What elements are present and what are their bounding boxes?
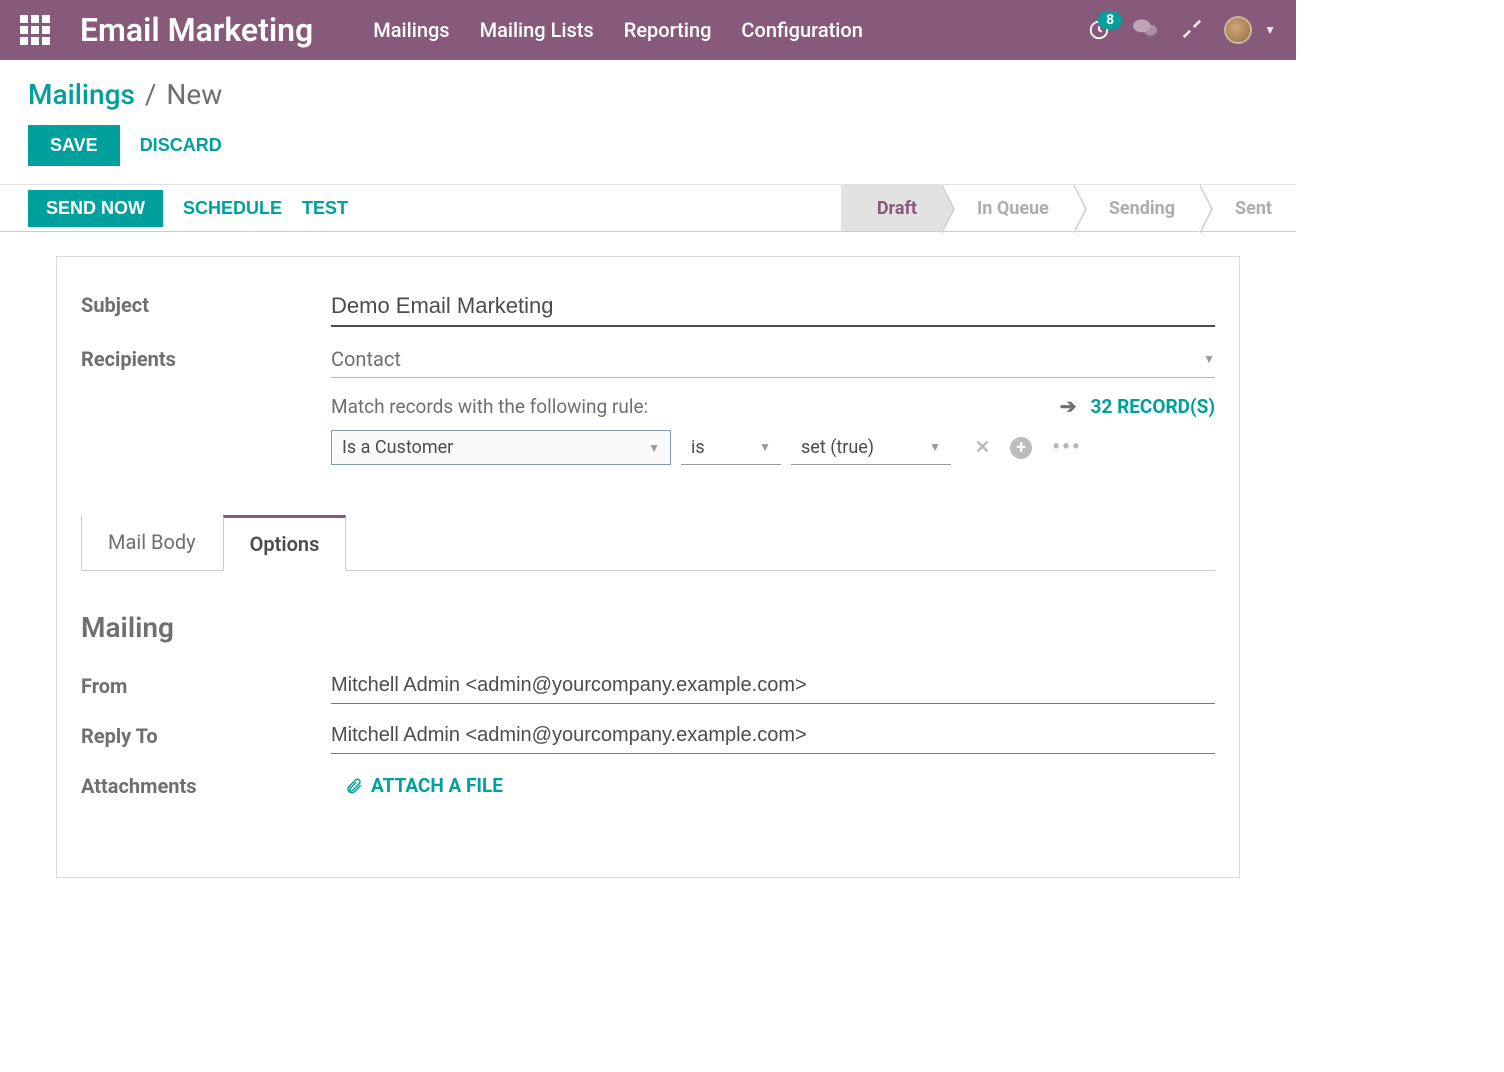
form-buttons: Save Discard	[0, 117, 1296, 184]
nav-link-mailing-lists[interactable]: Mailing Lists	[480, 18, 594, 42]
from-input[interactable]	[331, 668, 1215, 704]
rule-actions: ✕ + •••	[975, 435, 1082, 460]
tab-mail-body[interactable]: Mail Body	[81, 515, 223, 570]
rule-builder: Is a Customer ▼ is ▼ set (true) ▼ ✕ + ••…	[331, 430, 1215, 465]
rule-operator-select[interactable]: is ▼	[681, 431, 781, 465]
user-avatar[interactable]	[1224, 16, 1252, 44]
breadcrumb: Mailings / New	[28, 78, 1268, 111]
status-step-in-queue[interactable]: In Queue	[941, 185, 1073, 231]
activities-badge: 8	[1098, 11, 1122, 29]
activities-button[interactable]: 8	[1088, 19, 1110, 41]
subject-row: Subject	[81, 287, 1215, 327]
nav-menu: Mailings Mailing Lists Reporting Configu…	[373, 18, 1088, 42]
status-steps: Draft In Queue Sending Sent	[841, 185, 1296, 231]
status-bar: Send Now Schedule Test Draft In Queue Se…	[0, 184, 1296, 232]
breadcrumb-parent[interactable]: Mailings	[28, 78, 135, 111]
breadcrumb-bar: Mailings / New	[0, 60, 1296, 117]
nav-right: 8 ▼	[1088, 16, 1276, 44]
from-row: From	[81, 668, 1215, 704]
nav-link-configuration[interactable]: Configuration	[741, 18, 862, 42]
apps-icon[interactable]	[20, 15, 50, 45]
recipients-value: Contact	[331, 347, 401, 371]
delete-rule-icon[interactable]: ✕	[975, 437, 990, 458]
attachments-label: Attachments	[81, 768, 311, 798]
attach-file-button[interactable]: Attach a file	[345, 768, 1215, 803]
caret-down-icon: ▼	[648, 441, 660, 455]
send-now-button[interactable]: Send Now	[28, 190, 163, 227]
paperclip-icon	[345, 777, 363, 795]
subject-label: Subject	[81, 287, 311, 317]
breadcrumb-current: New	[166, 78, 222, 111]
subject-input[interactable]	[331, 287, 1215, 327]
user-menu-caret-icon[interactable]: ▼	[1264, 23, 1276, 37]
app-brand[interactable]: Email Marketing	[80, 11, 313, 49]
more-rule-icon[interactable]: •••	[1052, 435, 1082, 460]
tabs: Mail Body Options	[81, 515, 1215, 571]
rule-description: Match records with the following rule: ➔…	[331, 394, 1215, 418]
records-link[interactable]: ➔ 32 record(s)	[1060, 394, 1215, 418]
recipients-select[interactable]: Contact ▼	[331, 341, 1215, 378]
arrow-right-icon: ➔	[1060, 394, 1077, 418]
discuss-button[interactable]	[1132, 17, 1158, 43]
test-button[interactable]: Test	[302, 198, 348, 219]
status-step-sending[interactable]: Sending	[1073, 185, 1199, 231]
status-step-draft[interactable]: Draft	[841, 185, 941, 231]
records-count: 32 record(s)	[1091, 395, 1215, 418]
debug-button[interactable]	[1180, 17, 1202, 43]
tab-content-options: Mailing From Reply To Attachments Attach…	[81, 571, 1215, 803]
reply-to-input[interactable]	[331, 718, 1215, 754]
caret-down-icon: ▼	[759, 440, 771, 454]
breadcrumb-separator: /	[145, 78, 157, 111]
caret-down-icon: ▼	[1203, 352, 1215, 366]
status-step-sent[interactable]: Sent	[1199, 185, 1296, 231]
save-button[interactable]: Save	[28, 125, 120, 166]
tab-options[interactable]: Options	[223, 515, 347, 571]
reply-to-label: Reply To	[81, 718, 311, 748]
schedule-button[interactable]: Schedule	[183, 198, 282, 219]
recipients-row: Recipients Contact ▼ Match records with …	[81, 341, 1215, 465]
navbar: Email Marketing Mailings Mailing Lists R…	[0, 0, 1296, 60]
reply-to-row: Reply To	[81, 718, 1215, 754]
rule-field-select[interactable]: Is a Customer ▼	[331, 430, 671, 465]
caret-down-icon: ▼	[929, 440, 941, 454]
recipients-label: Recipients	[81, 341, 311, 371]
section-title-mailing: Mailing	[81, 611, 1215, 644]
from-label: From	[81, 668, 311, 698]
nav-link-mailings[interactable]: Mailings	[373, 18, 449, 42]
rule-value-select[interactable]: set (true) ▼	[791, 431, 951, 465]
chat-icon	[1132, 17, 1158, 39]
attachments-row: Attachments Attach a file	[81, 768, 1215, 803]
form-sheet: Subject Recipients Contact ▼ Match recor…	[56, 256, 1240, 878]
nav-link-reporting[interactable]: Reporting	[624, 18, 712, 42]
add-rule-icon[interactable]: +	[1010, 437, 1032, 459]
action-buttons: Send Now Schedule Test	[0, 185, 348, 231]
tools-icon	[1180, 17, 1202, 39]
discard-button[interactable]: Discard	[140, 135, 222, 156]
